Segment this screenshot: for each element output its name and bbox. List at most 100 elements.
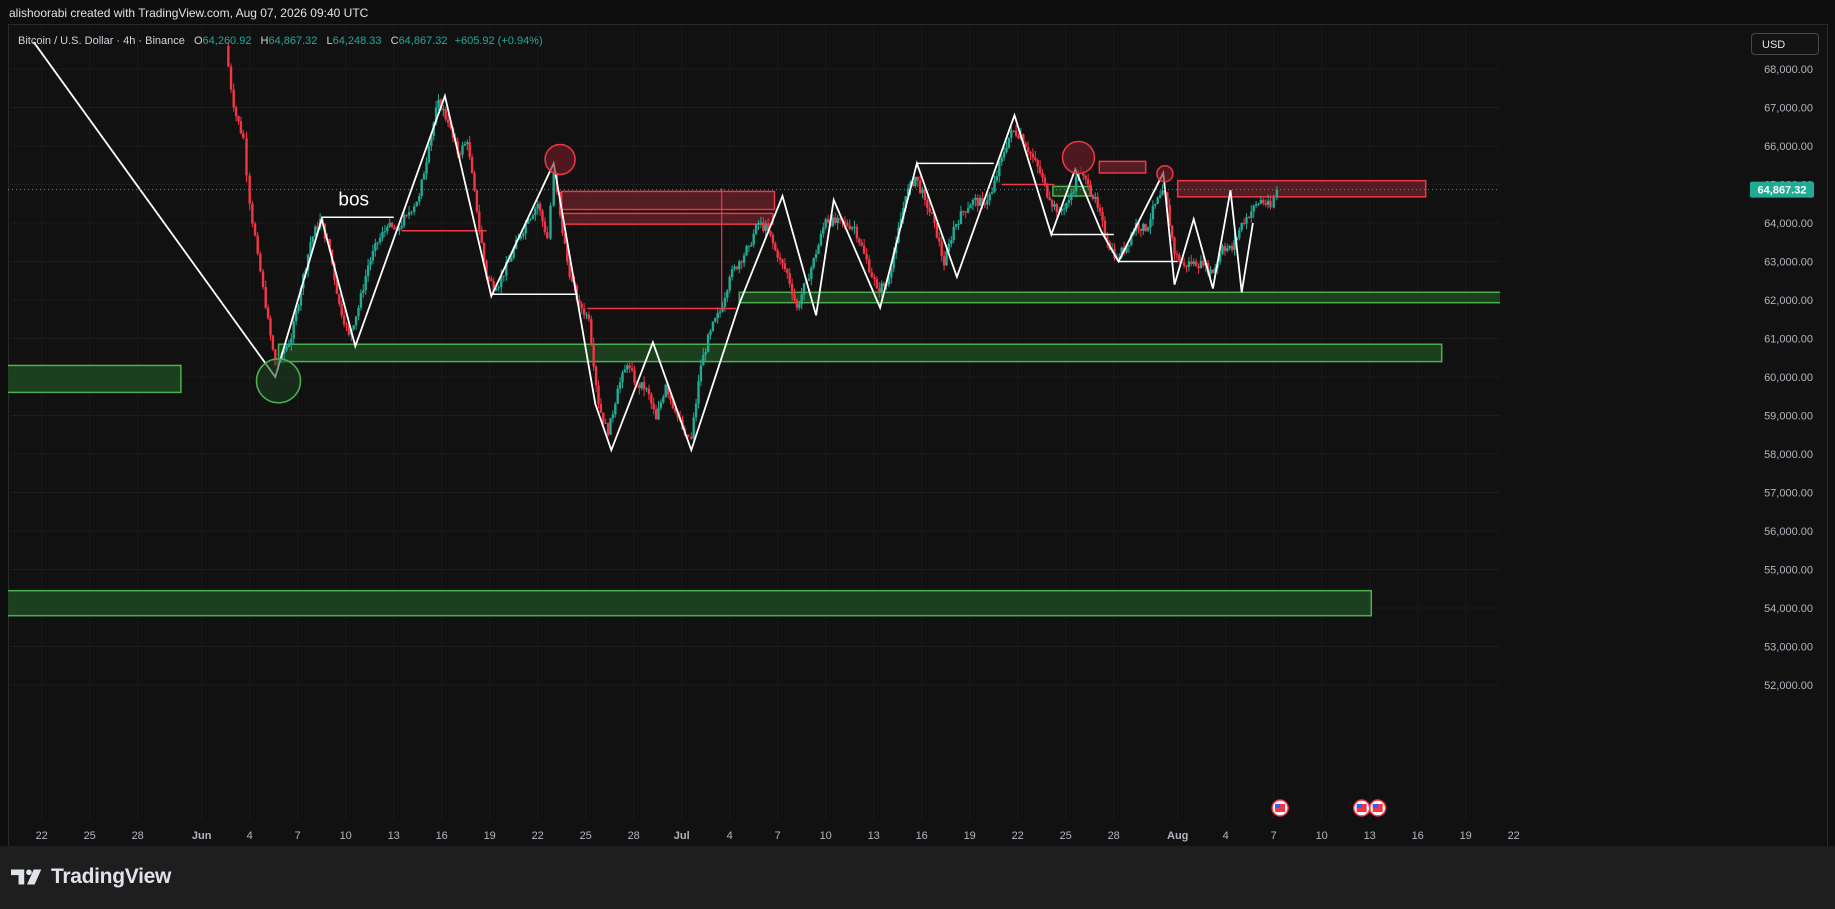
symbol-legend: Bitcoin / U.S. Dollar · 4h · Binance O64… [18,35,543,47]
candle-body [800,294,803,305]
candle-body [475,190,479,212]
candle-body [726,290,729,298]
candle-body [873,277,876,280]
candle-body [966,208,970,213]
close-label: C [390,35,399,47]
candle-body [652,403,655,410]
candle-body [798,304,801,308]
candle-body [1154,203,1157,206]
candle-body [412,206,416,212]
candle-body [611,414,615,419]
candle-body [858,238,861,243]
candle-body [597,385,600,404]
candle-body [850,227,854,229]
candle-body [764,224,767,231]
candle-body [945,251,948,266]
candle-body [618,382,622,389]
candle-body [383,231,387,233]
candle-body [388,222,391,227]
candle-body [592,344,595,367]
candle-body [359,293,363,308]
candle-body [918,180,922,193]
candle-body [657,407,660,420]
candle-body [690,436,693,439]
high-value: 64,867.32 [268,35,318,47]
currency-button[interactable]: USD [1751,33,1819,55]
candle-body [290,338,293,345]
candle-body [983,203,987,205]
candle-body [1192,261,1195,264]
candle-body [1158,195,1162,198]
candle-body [1264,203,1267,205]
supply-zone [560,190,776,211]
candle-body [647,388,651,395]
candle-body [285,346,288,351]
candle-body [702,354,705,366]
x-tick-label: Jul [674,830,690,842]
candle-body [957,224,960,226]
candle-body [735,266,739,270]
candle-body [234,107,238,117]
candle-body [342,315,346,325]
candle-body [754,224,758,234]
candle-body [990,192,994,194]
candle-body [587,314,591,320]
candle-body [616,388,619,404]
us-flag-icon [1271,799,1289,817]
candle-body [642,382,646,390]
y-tick-label: 68,000.00 [1764,64,1813,76]
x-tick-label: 13 [388,830,400,842]
candle-body [1175,253,1179,255]
candle-body [621,372,624,383]
y-tick-label: 67,000.00 [1764,103,1813,115]
candle-body [227,45,230,67]
candle-body [1089,184,1092,195]
candle-body [242,133,245,139]
candle-body [590,319,593,345]
candle-body [831,217,835,226]
candle-body [1221,246,1224,254]
candle-body [1262,199,1265,204]
candle-body [354,316,358,326]
candle-body [626,365,629,370]
candle-body [862,245,866,254]
candle-body [826,219,830,223]
candle-body [510,257,513,262]
demand-zone [277,343,1443,363]
candle-body [1151,205,1155,220]
y-tick-label: 60,000.00 [1764,372,1813,384]
candle-body [437,99,440,108]
candle-body [256,235,259,254]
candle-body [1067,199,1071,203]
y-tick-label: 62,000.00 [1764,295,1813,307]
candle-body [1031,153,1035,158]
candle-body [1012,130,1015,132]
candle-body [1144,224,1147,231]
tradingview-logo[interactable]: TradingView [11,865,171,889]
candle-body [723,297,727,307]
supply-marker-circle [544,143,576,176]
candle-body [1048,197,1051,200]
candle-body [461,145,464,155]
candle-body [868,259,871,273]
candle-body [1254,204,1258,206]
candle-body [1007,137,1011,148]
candle-body [774,243,777,251]
candle-body [352,325,355,330]
candle-body [930,212,934,214]
candle-body [921,189,924,193]
supply-marker-circle [1061,140,1096,175]
symbol-name: Bitcoin / U.S. Dollar · 4h · Binance [18,35,185,47]
candle-body [1185,265,1188,267]
candle-body [541,210,544,222]
candle-body [1226,247,1229,251]
candle-body [245,138,248,176]
candle-body [340,303,343,316]
candle-body [714,318,717,322]
demand-marker-circle [255,358,302,404]
candle-body [694,403,698,418]
candle-body [253,223,257,236]
x-tick-label: 19 [1460,830,1472,842]
price-chart[interactable]: bos68,000.0067,000.0066,000.0065,000.006… [0,0,1835,909]
flag-canton [1372,804,1378,808]
